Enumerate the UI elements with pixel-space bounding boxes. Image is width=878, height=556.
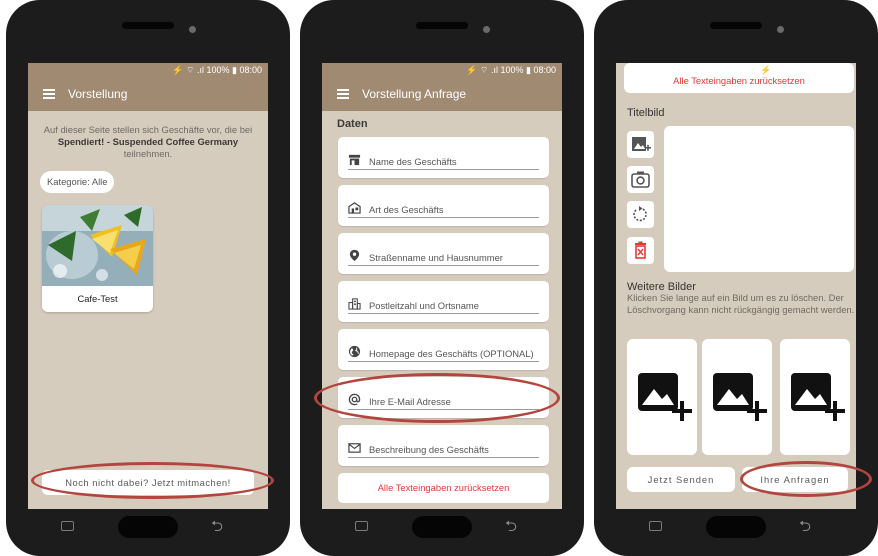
recent-apps-icon[interactable] bbox=[61, 521, 74, 531]
field-placeholder: Name des Geschäfts bbox=[369, 156, 457, 167]
status-bar: ⚡ ⌔ .ıl 100% ▮ 08:00 bbox=[28, 63, 268, 77]
home-button[interactable] bbox=[412, 516, 472, 538]
menu-icon[interactable] bbox=[337, 89, 349, 99]
shop-type-icon bbox=[348, 202, 361, 214]
camera-button[interactable] bbox=[627, 166, 654, 193]
phone-speaker bbox=[122, 22, 174, 29]
screen-vorstellung: ⚡ ⌔ .ıl 100% ▮ 08:00 Vorstellung Auf die… bbox=[28, 63, 268, 509]
shop-photo bbox=[42, 205, 153, 286]
store-icon bbox=[348, 154, 361, 166]
recent-apps-icon[interactable] bbox=[355, 521, 368, 531]
screen-bilder: Alle Texteingaben zurücksetzen ⚡ ⌔ .ıl 1… bbox=[616, 63, 856, 509]
phone-nav-bar: ⮌ bbox=[594, 512, 878, 542]
reset-inputs-button[interactable]: Alle Texteingaben zurücksetzen bbox=[338, 473, 549, 503]
highlight-oval-join bbox=[31, 462, 274, 499]
phone-speaker bbox=[710, 22, 762, 29]
shop-type-field[interactable]: Art des Geschäfts bbox=[338, 185, 549, 226]
menu-icon[interactable] bbox=[43, 89, 55, 99]
intro-suffix: teilnehmen. bbox=[123, 148, 173, 159]
delete-image-button[interactable] bbox=[627, 237, 654, 264]
rotate-icon bbox=[633, 206, 647, 222]
postal-city-field[interactable]: Postleitzahl und Ortsname bbox=[338, 281, 549, 322]
add-photo-icon bbox=[638, 373, 692, 421]
field-placeholder: Beschreibung des Geschäfts bbox=[369, 444, 489, 455]
field-placeholder: Postleitzahl und Ortsname bbox=[369, 300, 479, 311]
home-button[interactable] bbox=[118, 516, 178, 538]
location-pin-icon bbox=[349, 249, 360, 262]
recent-apps-icon[interactable] bbox=[649, 521, 662, 531]
back-icon[interactable]: ⮌ bbox=[505, 517, 517, 535]
image-slot[interactable] bbox=[780, 339, 850, 455]
field-placeholder: Straßenname und Hausnummer bbox=[369, 252, 503, 263]
field-underline bbox=[348, 265, 539, 266]
status-bar: ⚡ ⌔ .ıl 100% ▮ 08:00 bbox=[322, 63, 562, 77]
page-title: Vorstellung bbox=[68, 87, 128, 101]
intro-brand: Spendiert! - Suspended Coffee Germany bbox=[57, 136, 239, 147]
rotate-button[interactable] bbox=[627, 201, 654, 228]
field-underline bbox=[348, 217, 539, 218]
more-images-hint: Klicken Sie lange auf ein Bild um es zu … bbox=[627, 292, 855, 315]
back-icon[interactable]: ⮌ bbox=[211, 517, 223, 535]
trash-icon bbox=[635, 241, 646, 259]
field-underline bbox=[348, 169, 539, 170]
category-filter-chip[interactable]: Kategorie: Alle bbox=[40, 171, 115, 193]
city-icon bbox=[348, 298, 361, 310]
image-slot[interactable] bbox=[627, 339, 697, 455]
field-underline bbox=[348, 457, 539, 458]
intro-prefix: Auf dieser Seite stellen sich Geschäfte … bbox=[43, 124, 253, 135]
back-icon[interactable]: ⮌ bbox=[799, 517, 811, 535]
camera-icon bbox=[631, 171, 650, 188]
shop-name-field[interactable]: Name des Geschäfts bbox=[338, 137, 549, 178]
homepage-field[interactable]: Homepage des Geschäfts (OPTIONAL) bbox=[338, 329, 549, 370]
description-field[interactable]: Beschreibung des Geschäfts bbox=[338, 425, 549, 466]
app-bar: Vorstellung Anfrage bbox=[322, 77, 562, 111]
highlight-oval-email bbox=[314, 373, 560, 423]
envelope-icon bbox=[348, 443, 361, 453]
phone-nav-bar: ⮌ bbox=[6, 512, 290, 542]
phone-frame-2: ⚡ ⌔ .ıl 100% ▮ 08:00 Vorstellung Anfrage… bbox=[300, 0, 584, 556]
app-bar: Vorstellung bbox=[28, 77, 268, 111]
home-button[interactable] bbox=[706, 516, 766, 538]
street-field[interactable]: Straßenname und Hausnummer bbox=[338, 233, 549, 274]
add-image-icon bbox=[632, 137, 651, 151]
send-button[interactable]: Jetzt Senden bbox=[627, 467, 735, 492]
image-slot[interactable] bbox=[702, 339, 772, 455]
field-placeholder: Art des Geschäfts bbox=[369, 204, 444, 215]
phone-nav-bar: ⮌ bbox=[300, 512, 584, 542]
shop-card[interactable]: Cafe-Test bbox=[42, 205, 153, 312]
phone-camera bbox=[777, 26, 784, 33]
add-photo-icon bbox=[791, 373, 845, 421]
phone-camera bbox=[189, 26, 196, 33]
phone-speaker bbox=[416, 22, 468, 29]
section-label-daten: Daten bbox=[337, 118, 368, 130]
field-underline bbox=[348, 361, 539, 362]
intro-text: Auf dieser Seite stellen sich Geschäfte … bbox=[36, 124, 260, 160]
cover-image-label: Titelbild bbox=[627, 107, 665, 119]
globe-icon bbox=[348, 345, 361, 358]
field-underline bbox=[348, 313, 539, 314]
app-screenshot-stage: ⚡ ⌔ .ıl 100% ▮ 08:00 Vorstellung Auf die… bbox=[0, 0, 878, 556]
shop-card-name: Cafe-Test bbox=[77, 293, 118, 304]
field-placeholder: Homepage des Geschäfts (OPTIONAL) bbox=[369, 348, 534, 359]
page-title: Vorstellung Anfrage bbox=[362, 87, 467, 101]
highlight-oval-requests bbox=[740, 461, 872, 497]
status-bar: ⚡ ⌔ .ıl 100% ▮ 08:00 bbox=[760, 65, 850, 75]
cover-image-preview[interactable] bbox=[664, 126, 854, 272]
add-image-button[interactable] bbox=[627, 131, 654, 158]
add-photo-icon bbox=[713, 373, 767, 421]
screen-vorstellung-anfrage: ⚡ ⌔ .ıl 100% ▮ 08:00 Vorstellung Anfrage… bbox=[322, 63, 562, 509]
phone-camera bbox=[483, 26, 490, 33]
